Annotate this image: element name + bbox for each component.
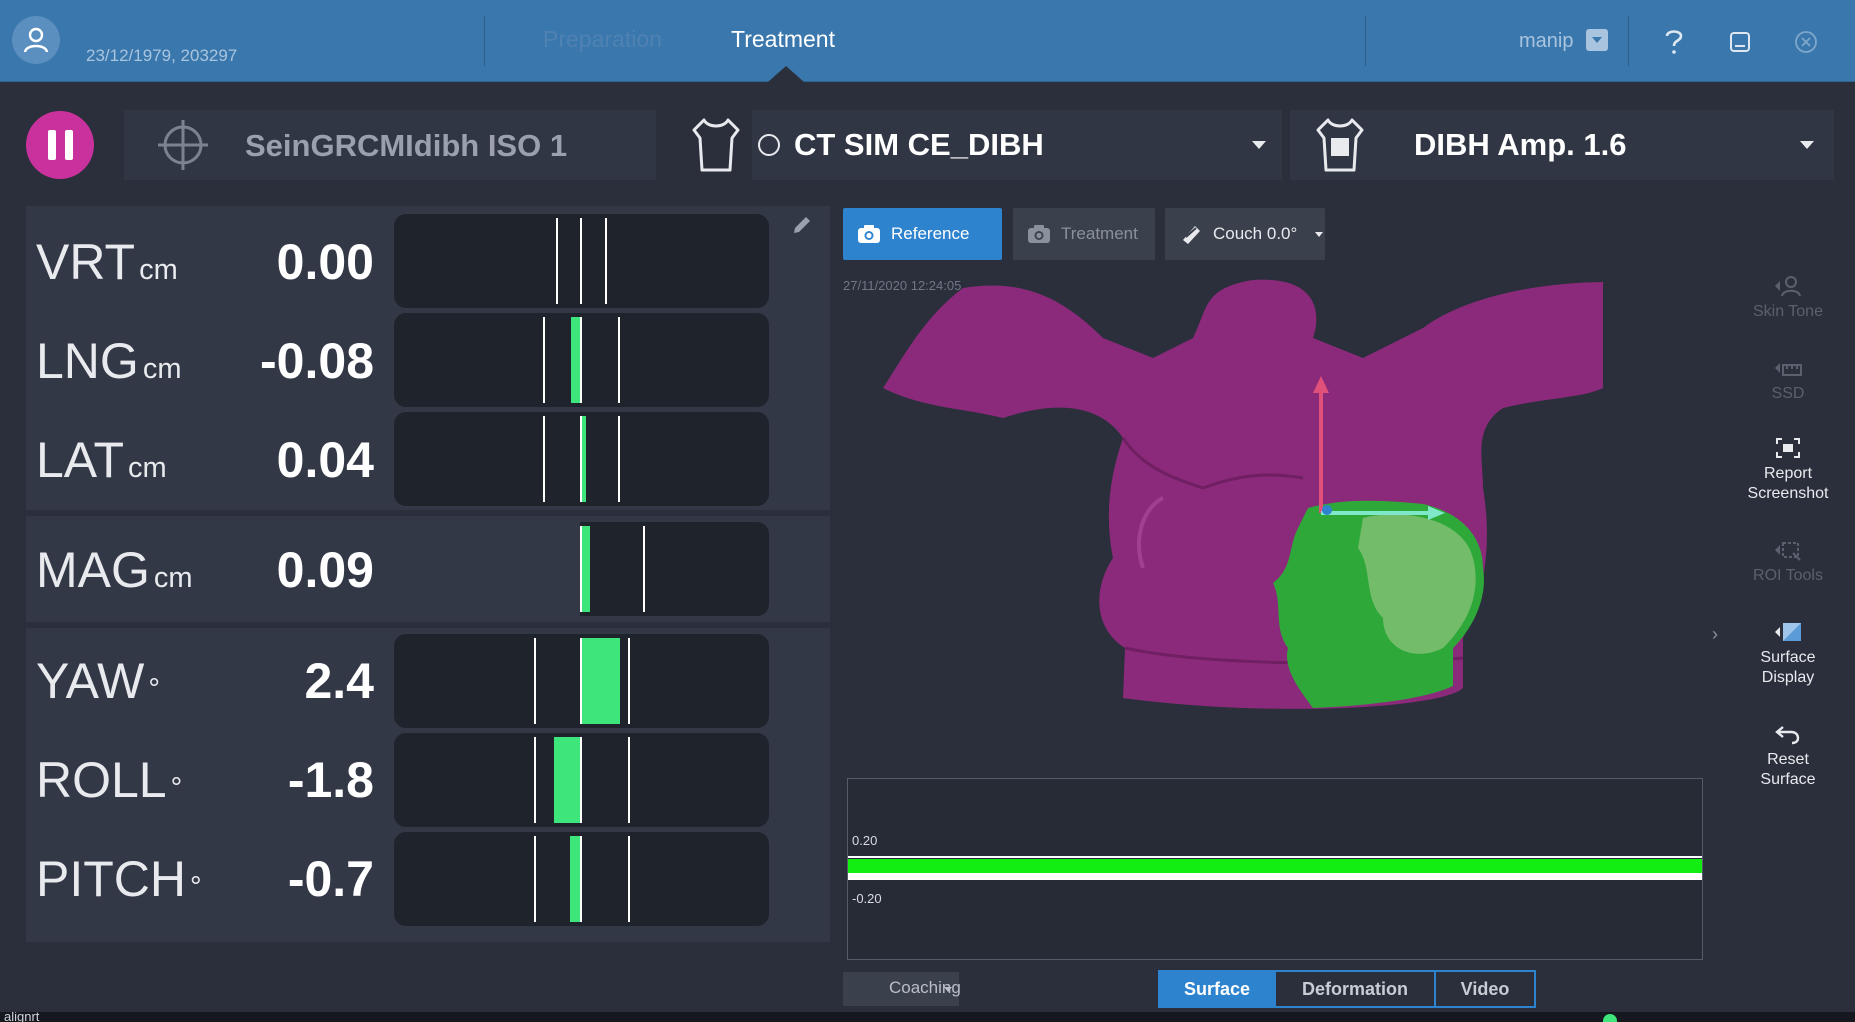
surface-display-label: Surface Display <box>1760 649 1816 686</box>
readout-bar-mag <box>394 522 769 616</box>
readout-value-roll: -1.8 <box>287 752 374 808</box>
divider <box>1365 16 1366 66</box>
readout-label-vrt: VRT cm <box>36 234 178 290</box>
readout-bar-roll <box>394 733 769 827</box>
breathing-trace-graph: 0.20 -0.20 <box>847 778 1703 960</box>
tab-treatment[interactable]: Treatment <box>731 26 835 53</box>
reset-surface-label: Reset Surface <box>1760 751 1816 788</box>
couch-label: Couch 0.0° <box>1213 224 1298 243</box>
minimize-icon[interactable] <box>1720 22 1760 62</box>
torso-gating-icon <box>1312 116 1368 179</box>
reference-button[interactable]: Reference <box>843 208 1002 260</box>
report-screenshot-label: Report Screenshot <box>1747 465 1829 502</box>
chevron-down-icon <box>1800 141 1814 149</box>
camera-icon <box>1028 225 1050 243</box>
readout-label-lat: LAT cm <box>36 432 167 488</box>
roi-tools-label: ROI Tools <box>1753 567 1823 584</box>
ssd-label: SSD <box>1771 385 1805 402</box>
readout-bar-lat <box>394 412 769 506</box>
readout-value-yaw: 2.4 <box>304 653 374 709</box>
divider <box>1628 16 1629 66</box>
status-indicator-icon <box>1603 1014 1617 1022</box>
chevron-down-icon <box>944 987 952 992</box>
upper-threshold-line <box>848 856 1702 858</box>
gating-dropdown[interactable]: DIBH Amp. 1.6 <box>1290 110 1834 180</box>
readout-value-mag: 0.09 <box>276 542 374 598</box>
reference-surface-dropdown[interactable]: CT SIM CE_DIBH <box>752 110 1282 180</box>
isocenter-label: SeinGRCMIdibh ISO 1 <box>245 128 568 163</box>
user-avatar-icon[interactable] <box>12 16 60 64</box>
readout-label-lng: LNG cm <box>36 333 182 389</box>
readout-label-mag: MAG cm <box>36 542 193 598</box>
screenshot-icon <box>1732 434 1844 462</box>
ruler-icon <box>1732 354 1844 382</box>
readout-value-lat: 0.04 <box>276 432 374 488</box>
lower-threshold-label: -0.20 <box>852 891 882 906</box>
edit-pencil-icon[interactable] <box>790 213 814 242</box>
readout-bar-lng <box>394 313 769 407</box>
readout-bar-vrt <box>394 214 769 308</box>
user-dropdown-chevron-icon[interactable] <box>1586 29 1608 51</box>
reference-surface-label: CT SIM CE_DIBH <box>794 127 1044 162</box>
report-screenshot-button[interactable]: Report Screenshot <box>1732 434 1844 504</box>
top-bar: 23/12/1979, 203297 Preparation Treatment… <box>0 0 1855 82</box>
camera-icon <box>858 225 880 243</box>
ssd-button[interactable]: SSD <box>1732 354 1844 404</box>
treatment-capture-label: Treatment <box>1061 224 1138 243</box>
surface-display-icon <box>1732 618 1844 646</box>
readout-bar-yaw <box>394 634 769 728</box>
skin-tone-button[interactable]: Skin Tone <box>1732 272 1844 322</box>
isocenter-marker <box>1322 505 1332 515</box>
help-icon[interactable] <box>1654 22 1694 62</box>
patient-info: 23/12/1979, 203297 <box>86 46 238 65</box>
body-surface <box>883 279 1603 709</box>
user-name[interactable]: manip <box>1519 30 1573 53</box>
surface-3d-viewer[interactable] <box>843 268 1703 768</box>
chevron-down-icon <box>1315 231 1324 237</box>
skin-tone-label: Skin Tone <box>1753 303 1823 320</box>
readout-value-lng: -0.08 <box>260 333 374 389</box>
status-app-name: alignrt <box>4 1012 40 1022</box>
tab-preparation[interactable]: Preparation <box>543 26 662 53</box>
roi-tools-button[interactable]: ROI Tools <box>1732 536 1844 586</box>
crosshair-icon <box>154 120 212 175</box>
reset-surface-button[interactable]: Reset Surface <box>1732 720 1844 790</box>
lower-threshold-line <box>848 873 1702 880</box>
close-icon[interactable] <box>1786 22 1826 62</box>
status-bar: alignrt <box>0 1012 1855 1022</box>
couch-dropdown[interactable]: Couch 0.0° <box>1165 208 1325 260</box>
readout-label-yaw: YAW ° <box>36 653 160 709</box>
torso-outline-icon <box>688 116 744 179</box>
view-mode-selector: Surface Deformation Video <box>1158 970 1536 1008</box>
readout-value-pitch: -0.7 <box>287 851 374 907</box>
expand-panel-icon[interactable]: › <box>1712 624 1718 645</box>
roi-tools-icon <box>1732 536 1844 564</box>
readout-label-roll: ROLL ° <box>36 752 183 808</box>
couch-icon <box>1183 226 1200 244</box>
readout-bar-pitch <box>394 832 769 926</box>
mode-deformation-button[interactable]: Deformation <box>1276 972 1436 1006</box>
mode-video-button[interactable]: Video <box>1436 972 1534 1006</box>
reference-button-label: Reference <box>891 224 970 243</box>
divider <box>484 16 485 66</box>
breathing-trace <box>848 859 1702 873</box>
active-tab-indicator <box>768 66 804 82</box>
readout-value-vrt: 0.00 <box>276 234 374 290</box>
pause-button[interactable] <box>26 111 94 179</box>
readout-label-pitch: PITCH ° <box>36 851 202 907</box>
chevron-down-icon <box>1252 141 1266 149</box>
surface-display-button[interactable]: Surface Display <box>1732 618 1844 688</box>
undo-arrow-icon <box>1732 720 1844 748</box>
mode-surface-button[interactable]: Surface <box>1160 972 1276 1006</box>
skin-tone-icon <box>1732 272 1844 300</box>
upper-threshold-label: 0.20 <box>852 833 878 848</box>
radio-circle-icon <box>758 134 780 156</box>
treatment-capture-button[interactable]: Treatment <box>1013 208 1155 260</box>
gating-label: DIBH Amp. 1.6 <box>1414 127 1627 162</box>
